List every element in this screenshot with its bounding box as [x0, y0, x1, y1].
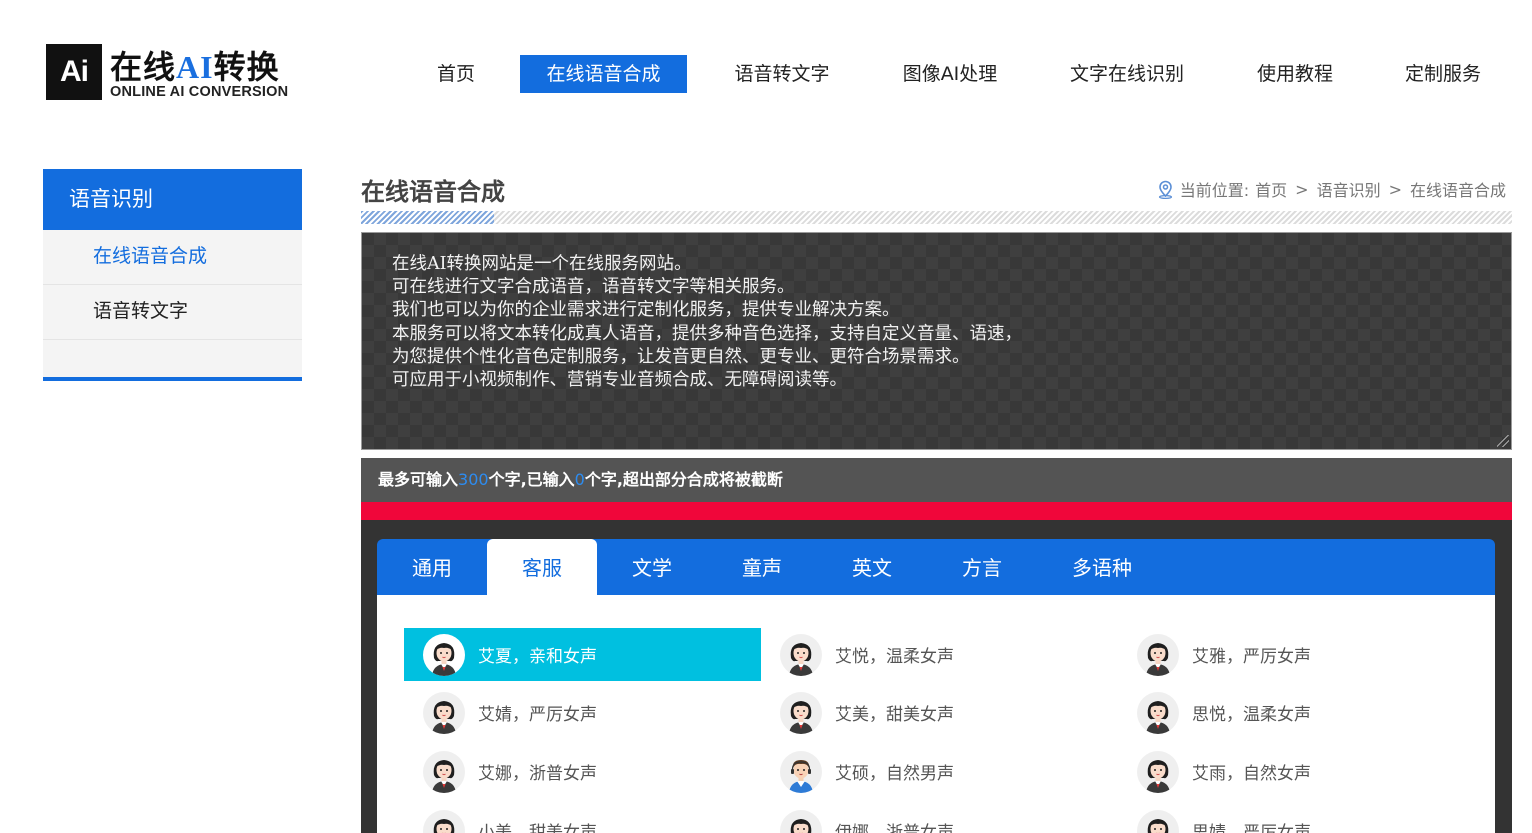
voice-option[interactable]: 艾雅，严厉女声	[1118, 628, 1475, 681]
nav-image-ai[interactable]: 图像AI处理	[900, 55, 1000, 93]
text-line: 可在线进行文字合成语音，语音转文字等相关服务。	[392, 277, 795, 298]
voice-option[interactable]: 艾硕，自然男声	[761, 745, 1118, 798]
title-divider	[361, 211, 1512, 224]
female-avatar-icon	[423, 691, 465, 734]
voice-option[interactable]: 艾夏，亲和女声	[404, 628, 761, 681]
female-avatar-icon	[423, 633, 465, 676]
tab-multilingual[interactable]: 多语种	[1037, 539, 1167, 595]
tab-literature[interactable]: 文学	[597, 539, 707, 595]
voice-tabs: 通用 客服 文学 童声 英文 方言 多语种	[377, 539, 1495, 595]
female-avatar-icon	[780, 691, 822, 734]
tab-english[interactable]: 英文	[817, 539, 927, 595]
voice-name: 艾夏，亲和女声	[478, 647, 597, 667]
text-line: 为您提供个性化音色定制服务，让发音更自然、更专业、更符合场景需求。	[392, 346, 970, 367]
voice-option[interactable]: 艾婧，严厉女声	[404, 686, 761, 739]
voice-name: 艾娜，浙普女声	[478, 764, 597, 784]
text-line: 在线AI转换网站是一个在线服务网站。	[392, 254, 692, 274]
location-pin-icon	[1158, 180, 1172, 199]
nav-tts[interactable]: 在线语音合成	[520, 55, 687, 93]
voice-option[interactable]: 艾雨，自然女声	[1118, 745, 1475, 798]
logo-subtitle: ONLINE AI CONVERSION	[110, 84, 289, 100]
title-divider-accent	[361, 211, 494, 224]
nav-home[interactable]: 首页	[436, 55, 476, 93]
voice-option[interactable]: 艾美，甜美女声	[761, 686, 1118, 739]
tab-child[interactable]: 童声	[707, 539, 817, 595]
sidebar-item-speech-to-text[interactable]: 语音转文字	[43, 285, 302, 340]
voice-name: 艾美，甜美女声	[835, 705, 954, 725]
logo-title: 在线AI转换	[110, 48, 280, 86]
tab-dialect[interactable]: 方言	[927, 539, 1037, 595]
voice-name: 艾悦，温柔女声	[835, 647, 954, 667]
breadcrumb-separator: >	[1295, 179, 1309, 199]
sidebar-item-tts[interactable]: 在线语音合成	[43, 230, 302, 285]
breadcrumb-speech[interactable]: 语音识别	[1317, 177, 1381, 201]
female-avatar-icon	[1137, 691, 1179, 734]
voice-name: 艾雅，严厉女声	[1192, 647, 1311, 667]
breadcrumb-home[interactable]: 首页	[1255, 177, 1287, 201]
female-avatar-icon	[1137, 750, 1179, 793]
voice-option[interactable]: 思婧，严厉女声	[1118, 804, 1475, 833]
nav-ocr[interactable]: 文字在线识别	[1067, 55, 1187, 93]
female-avatar-icon	[423, 809, 465, 833]
voice-name: 艾雨，自然女声	[1192, 764, 1311, 784]
voice-list: 艾夏，亲和女声 艾悦，温柔女声 艾雅，严厉女声艾婧，严厉女声 艾美，甜美女声 思悦，温柔…	[377, 595, 1495, 833]
progress-bar	[361, 502, 1512, 520]
voice-option[interactable]: 思悦，温柔女声	[1118, 686, 1475, 739]
nav-tutorial[interactable]: 使用教程	[1255, 55, 1335, 93]
tab-general[interactable]: 通用	[377, 539, 487, 595]
breadcrumb: 当前位置: 首页 > 语音识别 > 在线语音合成	[1157, 177, 1506, 201]
breadcrumb-current: 在线语音合成	[1409, 181, 1506, 200]
female-avatar-icon	[1137, 633, 1179, 676]
resize-handle[interactable]	[1497, 435, 1509, 447]
nav-speech-to-text[interactable]: 语音转文字	[732, 55, 832, 93]
tab-customer-service[interactable]: 客服	[487, 539, 597, 595]
female-avatar-icon	[780, 633, 822, 676]
voice-option[interactable]: 伊娜，浙普女声	[761, 804, 1118, 833]
text-line: 本服务可以将文本转化成真人语音，提供多种音色选择，支持自定义音量、语速，	[392, 323, 1022, 344]
voice-name: 艾硕，自然男声	[835, 764, 954, 784]
page-title: 在线语音合成	[361, 178, 505, 206]
sidebar: 语音识别 在线语音合成 语音转文字	[43, 169, 302, 381]
voice-name: 思悦，温柔女声	[1192, 705, 1311, 725]
site-logo[interactable]: Ai 在线AI转换 ONLINE AI CONVERSION	[46, 44, 306, 102]
male-avatar-icon	[780, 750, 822, 793]
voice-name: 思婧，严厉女声	[1192, 823, 1311, 833]
current-chars: 0	[574, 470, 585, 489]
text-line: 我们也可以为你的企业需求进行定制化服务，提供专业解决方案。	[392, 300, 900, 321]
voice-name: 艾婧，严厉女声	[478, 705, 597, 725]
breadcrumb-separator: >	[1388, 179, 1402, 199]
max-chars: 300	[458, 470, 489, 489]
voice-option[interactable]: 艾娜，浙普女声	[404, 745, 761, 798]
text-input[interactable]: 在线AI转换网站是一个在线服务网站。 可在线进行文字合成语音，语音转文字等相关服…	[361, 232, 1512, 450]
voice-option[interactable]: 小美，甜美女声	[404, 804, 761, 833]
voice-name: 小美，甜美女声	[478, 823, 597, 833]
nav-custom-service[interactable]: 定制服务	[1403, 55, 1483, 93]
char-counter: 最多可输入300个字,已输入0个字,超出部分合成将被截断	[361, 458, 1512, 502]
text-line: 可应用于小视频制作、营销专业音频合成、无障碍阅读等。	[392, 370, 847, 391]
female-avatar-icon	[780, 809, 822, 833]
female-avatar-icon	[423, 750, 465, 793]
sidebar-title: 语音识别	[43, 169, 302, 230]
female-avatar-icon	[1137, 809, 1179, 833]
voice-name: 伊娜，浙普女声	[835, 823, 954, 833]
voice-option[interactable]: 艾悦，温柔女声	[761, 628, 1118, 681]
breadcrumb-prefix: 当前位置:	[1179, 181, 1250, 200]
logo-mark: Ai	[46, 44, 102, 100]
